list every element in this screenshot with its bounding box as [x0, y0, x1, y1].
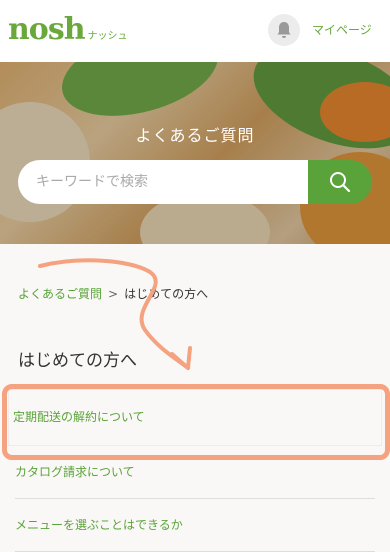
site-header: nosh ナッシュ マイページ: [0, 0, 390, 63]
search-bar: [18, 160, 372, 204]
breadcrumb-separator: >: [108, 286, 119, 301]
faq-item-cancel-subscription[interactable]: 定期配送の解約について: [8, 389, 382, 446]
search-input[interactable]: [18, 160, 308, 204]
bell-icon: [277, 22, 291, 38]
breadcrumb: よくあるご質問 > はじめての方へ: [18, 285, 208, 302]
logo-katakana: ナッシュ: [87, 31, 128, 42]
logo-wordmark: nosh: [8, 12, 86, 47]
search-button[interactable]: [308, 160, 372, 204]
hero-title: よくあるご質問: [135, 126, 255, 145]
breadcrumb-current: はじめての方へ: [124, 287, 209, 301]
nosh-logo[interactable]: nosh ナッシュ: [8, 12, 128, 47]
notification-button[interactable]: [268, 14, 300, 46]
faq-list: 定期配送の解約について カタログ請求について メニューを選ぶことはできるか: [0, 389, 390, 552]
search-icon: [330, 172, 351, 193]
faq-item-choose-menu[interactable]: メニューを選ぶことはできるか: [15, 499, 375, 552]
faq-item-catalog-request[interactable]: カタログ請求について: [15, 446, 375, 499]
page-title: はじめての方へ: [18, 351, 137, 371]
breadcrumb-faq-link[interactable]: よくあるご質問: [18, 285, 102, 302]
hero-banner: よくあるご質問: [0, 62, 390, 244]
mypage-link[interactable]: マイページ: [312, 21, 372, 38]
